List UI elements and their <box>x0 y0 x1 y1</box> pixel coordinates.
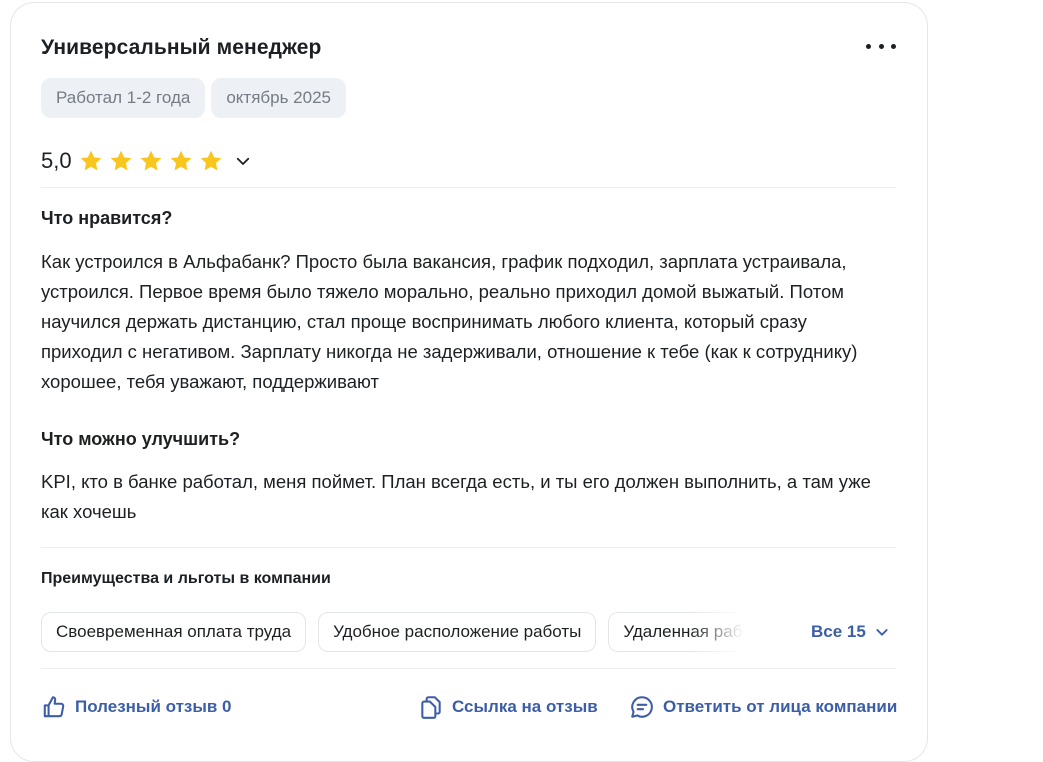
reply-as-company-button[interactable]: Ответить от лица компании <box>629 693 897 721</box>
star-icon <box>110 150 131 171</box>
date-chip: октябрь 2025 <box>211 78 346 118</box>
star-icon <box>140 150 161 171</box>
benefits-list: Своевременная оплата труда Удобное распо… <box>41 612 763 652</box>
likes-heading: Что нравится? <box>41 208 173 228</box>
copy-review-link-button[interactable]: Ссылка на отзыв <box>418 693 598 721</box>
benefit-chip: Удаленная работа <box>608 612 763 652</box>
divider <box>41 668 896 669</box>
benefit-chip: Удобное расположение работы <box>318 612 597 652</box>
star-icon <box>170 150 191 171</box>
star-icon <box>200 150 221 171</box>
divider <box>41 187 896 188</box>
helpful-review-label: Полезный отзыв 0 <box>75 697 232 716</box>
improve-text: KPI, кто в банке работал, меня поймет. П… <box>41 471 871 522</box>
review-title: Универсальный менеджер <box>41 36 322 59</box>
review-tags: Работал 1-2 года октябрь 2025 <box>41 78 346 118</box>
copy-review-link-label: Ссылка на отзыв <box>452 697 598 716</box>
experience-chip: Работал 1-2 года <box>41 78 206 118</box>
helpful-review-button[interactable]: Полезный отзыв 0 <box>41 693 232 721</box>
likes-text: Как устроился в Альфабанк? Просто была в… <box>41 251 858 392</box>
chevron-down-icon <box>876 629 888 636</box>
benefit-chip: Своевременная оплата труда <box>41 612 307 652</box>
copy-link-icon <box>421 696 441 719</box>
show-all-benefits-button[interactable]: Все 15 <box>811 620 890 644</box>
divider <box>41 547 896 548</box>
more-options-icon[interactable] <box>866 36 896 56</box>
benefits-heading: Преимущества и льготы в компании <box>41 570 331 587</box>
star-icon <box>80 150 101 171</box>
chevron-down-icon[interactable] <box>234 152 252 170</box>
reply-as-company-label: Ответить от лица компании <box>663 697 898 716</box>
rating-row: 5,0 <box>41 145 252 177</box>
comment-icon <box>631 696 653 718</box>
improve-heading: Что можно улучшить? <box>41 429 241 449</box>
show-all-label: Все 15 <box>811 622 866 641</box>
rating-value: 5,0 <box>41 148 72 173</box>
thumbs-up-icon <box>43 696 65 718</box>
